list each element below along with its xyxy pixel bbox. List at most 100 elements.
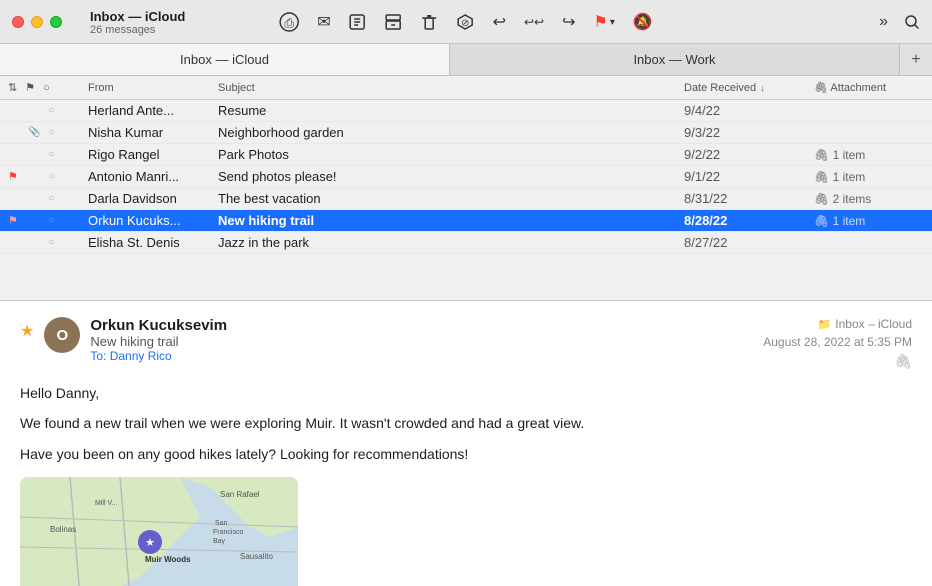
row-paperclip-icon: 📎 [28,149,40,160]
svg-text:Bolinas: Bolinas [50,525,76,534]
trash-icon[interactable] [421,13,439,31]
row-subject: Send photos please! [218,169,684,184]
row-flag-icon[interactable]: ⚑ [8,192,20,205]
row-read-icon[interactable]: ○ [48,171,54,182]
body-line1: Hello Danny, [20,382,912,404]
sender-to: To: Danny Rico [90,349,227,363]
row-paperclip-icon: 📎 [28,237,40,248]
sort-icon[interactable]: ⇅ [8,81,17,94]
table-row[interactable]: ⚑ 📎 ○ Herland Ante... Resume 9/4/22 [0,100,932,122]
row-date: 8/31/22 [684,191,814,206]
th-subject: Subject [218,82,684,94]
close-button[interactable] [12,16,24,28]
avatar: O [44,317,80,353]
row-controls: ⚑ 📎 ○ [8,148,88,161]
email-sender-area: ★ O Orkun Kucuksevim New hiking trail To… [20,317,227,363]
row-paperclip-icon: 📎 [28,171,40,182]
traffic-lights [12,16,62,28]
row-from: Orkun Kucuks... [88,213,218,228]
paperclip-header-icon: 🖇 [814,82,828,94]
svg-text:⎙: ⎙ [284,16,294,30]
th-from[interactable]: From [88,82,218,94]
archive-icon[interactable] [385,13,403,31]
row-read-icon[interactable]: ○ [48,237,54,248]
notifications-icon[interactable]: 🔕 [633,12,653,32]
row-read-icon[interactable]: ○ [48,105,54,116]
row-controls: ⚑ 📎 ○ [8,126,88,139]
table-row[interactable]: ⚑ 📎 ○ Darla Davidson The best vacation 8… [0,188,932,210]
star-icon[interactable]: ★ [20,321,34,341]
detail-subject: New hiking trail [90,334,227,349]
svg-text:⊘: ⊘ [461,18,469,29]
map-container[interactable]: Bolinas San Rafael San Francisco Bay Mil… [20,477,298,586]
read-header-icon[interactable]: ○ [43,82,50,94]
row-attachment: 🖇 1 item [814,148,924,162]
email-meta: 📁 Inbox – iCloud August 28, 2022 at 5:35… [763,317,912,370]
toolbar-right: » [879,13,920,31]
row-attachment: 🖇 2 items [814,192,924,206]
svg-text:Muir Woods: Muir Woods [145,555,191,564]
row-from: Rigo Rangel [88,147,218,162]
row-read-icon[interactable]: ○ [48,193,54,204]
flag-icon[interactable]: ⚑ ▾ [594,12,615,32]
row-subject: The best vacation [218,191,684,206]
fullscreen-button[interactable] [50,16,62,28]
row-attachment: 🖇 1 item [814,214,924,228]
row-from: Herland Ante... [88,103,218,118]
more-icon[interactable]: » [879,13,888,31]
row-paperclip-icon: 📎 [28,105,40,116]
table-header: ⇅ ⚑ ○ From Subject Date Received ↓ 🖇 Att… [0,76,932,100]
th-attachment: 🖇 Attachment [814,81,924,94]
row-controls: ⚑ 📎 ○ [8,236,88,249]
email-date: August 28, 2022 at 5:35 PM [763,335,912,349]
row-controls: ⚑ 📎 ○ [8,214,88,227]
th-date[interactable]: Date Received ↓ [684,82,814,94]
table-row[interactable]: ⚑ 📎 ○ Antonio Manri... Send photos pleas… [0,166,932,188]
main-container: ⇅ ⚑ ○ From Subject Date Received ↓ 🖇 Att… [0,76,932,586]
sort-direction-icon: ↓ [760,83,765,93]
row-subject: Jazz in the park [218,235,684,250]
row-read-icon[interactable]: ○ [48,127,54,138]
minimize-button[interactable] [31,16,43,28]
row-flag-icon[interactable]: ⚑ [8,236,20,249]
flag-header-icon[interactable]: ⚑ [25,81,35,94]
row-flag-icon[interactable]: ⚑ [8,148,20,161]
row-subject: Resume [218,103,684,118]
email-list: ⚑ 📎 ○ Herland Ante... Resume 9/4/22 ⚑ 📎 … [0,100,932,254]
attachment-detail-icon: 🖇 [894,353,912,370]
table-row[interactable]: ⚑ 📎 ○ Orkun Kucuks... New hiking trail 8… [0,210,932,232]
email-header: ★ O Orkun Kucuksevim New hiking trail To… [20,317,912,370]
forward-icon[interactable]: ↪ [562,12,575,32]
compose-button[interactable] [349,13,367,31]
email-detail: ★ O Orkun Kucuksevim New hiking trail To… [0,301,932,586]
svg-text:Francisco: Francisco [213,529,243,536]
spam-icon[interactable]: ⊘ [457,13,475,31]
search-icon[interactable] [904,14,920,30]
tab-work[interactable]: Inbox — Work [450,44,900,75]
table-row[interactable]: ⚑ 📎 ○ Rigo Rangel Park Photos 9/2/22 🖇 1… [0,144,932,166]
row-read-icon[interactable]: ○ [48,215,54,226]
folder-icon: 📁 [818,318,832,331]
reply-all-icon[interactable]: ↩↩ [524,15,544,29]
folder-label: Inbox – iCloud [835,317,912,331]
reply-icon[interactable]: ↩ [493,12,506,32]
row-flag-icon[interactable]: ⚑ [8,214,20,227]
tab-icloud[interactable]: Inbox — iCloud [0,44,450,75]
row-from: Antonio Manri... [88,169,218,184]
get-mail-icon[interactable]: ✉ [317,12,330,32]
sender-name: Orkun Kucuksevim [90,317,227,334]
th-controls: ⇅ ⚑ ○ [8,81,88,94]
table-row[interactable]: ⚑ 📎 ○ Elisha St. Denis Jazz in the park … [0,232,932,254]
row-read-icon[interactable]: ○ [48,149,54,160]
body-line2: We found a new trail when we were explor… [20,412,912,434]
row-controls: ⚑ 📎 ○ [8,170,88,183]
row-flag-icon[interactable]: ⚑ [8,126,20,139]
window-title: Inbox — iCloud [90,9,185,24]
row-flag-icon[interactable]: ⚑ [8,104,20,117]
table-row[interactable]: ⚑ 📎 ○ Nisha Kumar Neighborhood garden 9/… [0,122,932,144]
window-subtitle: 26 messages [90,24,185,36]
svg-text:San Rafael: San Rafael [220,490,260,499]
compose-icon[interactable]: ⎙ [279,12,299,32]
tab-add-button[interactable]: + [900,44,932,75]
row-flag-icon[interactable]: ⚑ [8,170,20,183]
